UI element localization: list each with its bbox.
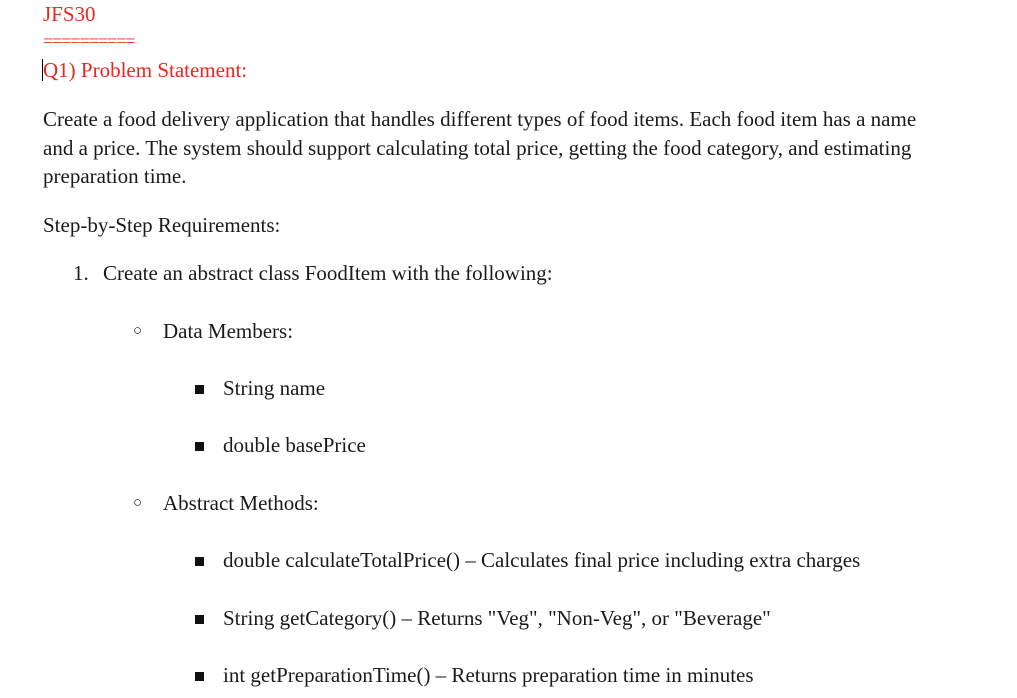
heading-divider: ========== — [43, 31, 136, 51]
list-item: double basePrice — [223, 433, 366, 457]
data-members-label: Data Members: — [163, 319, 294, 343]
hollow-bullet-icon: ○ — [133, 495, 143, 511]
list-item: String name — [223, 376, 326, 400]
list-item: String getCategory() – Returns "Veg", "N… — [223, 606, 771, 630]
square-bullet-icon — [195, 672, 204, 681]
document-code-heading: JFS30 — [43, 2, 96, 26]
square-bullet-icon — [195, 442, 204, 451]
problem-statement-paragraph: Create a food delivery application that … — [43, 107, 917, 188]
list-item-1-text: Create an abstract class FoodItem with t… — [103, 261, 553, 285]
question-title-text: Q1) Problem Statement: — [43, 58, 248, 82]
question-title: Q1) Problem Statement: — [42, 56, 247, 84]
list-number-1: 1. — [73, 261, 89, 285]
hollow-bullet-icon: ○ — [133, 323, 143, 339]
list-item: int getPreparationTime() – Returns prepa… — [223, 663, 754, 687]
document-page: JFS30 ========== Q1) Problem Statement: … — [0, 0, 1017, 698]
square-bullet-icon — [195, 615, 204, 624]
square-bullet-icon — [195, 385, 204, 394]
abstract-methods-label: Abstract Methods: — [163, 491, 319, 515]
square-bullet-icon — [195, 557, 204, 566]
list-item: double calculateTotalPrice() – Calculate… — [223, 548, 861, 572]
requirements-heading: Step-by-Step Requirements: — [43, 213, 281, 237]
